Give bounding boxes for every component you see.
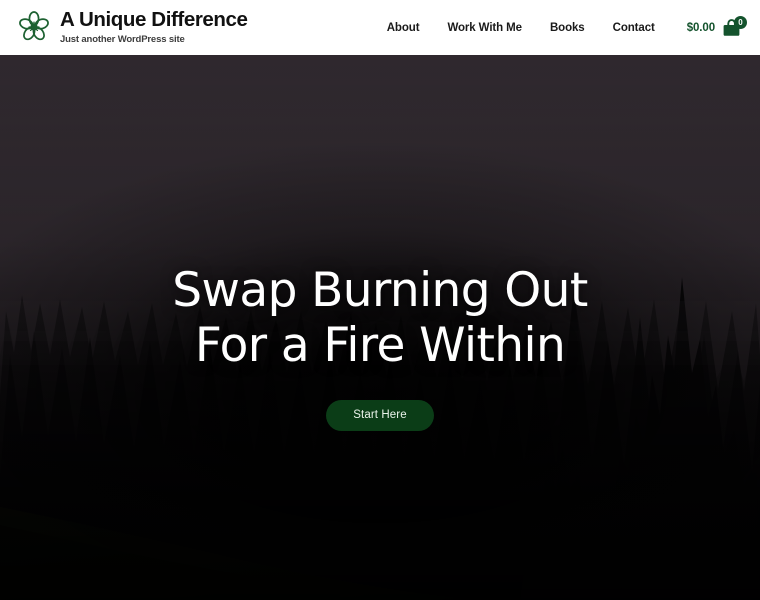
start-here-button[interactable]: Start Here xyxy=(326,399,434,431)
nav-item-books[interactable]: Books xyxy=(550,18,585,38)
hero-heading: Swap Burning Out For a Fire Within xyxy=(172,263,588,373)
site-tagline: Just another WordPress site xyxy=(60,33,185,45)
nav-item-work-with-me[interactable]: Work With Me xyxy=(447,18,522,38)
cart-link[interactable]: $0.00 0 xyxy=(686,15,747,39)
site-branding[interactable]: A Unique Difference Just another WordPre… xyxy=(16,7,248,46)
page-root: A Unique Difference Just another WordPre… xyxy=(0,0,760,600)
cart-item-count-badge: 0 xyxy=(734,15,747,29)
nav-item-about[interactable]: About xyxy=(387,18,420,38)
flower-blossom-icon xyxy=(16,9,52,45)
shopping-bag-icon[interactable]: 0 xyxy=(722,15,747,39)
cart-total-amount: $0.00 xyxy=(686,21,715,34)
hero-section: Swap Burning Out For a Fire Within Start… xyxy=(0,55,760,600)
hero-content: Swap Burning Out For a Fire Within Start… xyxy=(0,55,760,600)
site-title: A Unique Difference xyxy=(60,7,248,31)
primary-navigation: About Work With Me Books Contact $0.00 0 xyxy=(359,15,747,39)
nav-item-contact[interactable]: Contact xyxy=(613,18,655,38)
site-header: A Unique Difference Just another WordPre… xyxy=(0,0,760,55)
hero-heading-line-1: Swap Burning Out xyxy=(172,263,588,318)
hero-heading-line-2: For a Fire Within xyxy=(194,317,566,373)
brand-text-block: A Unique Difference Just another WordPre… xyxy=(60,7,248,46)
